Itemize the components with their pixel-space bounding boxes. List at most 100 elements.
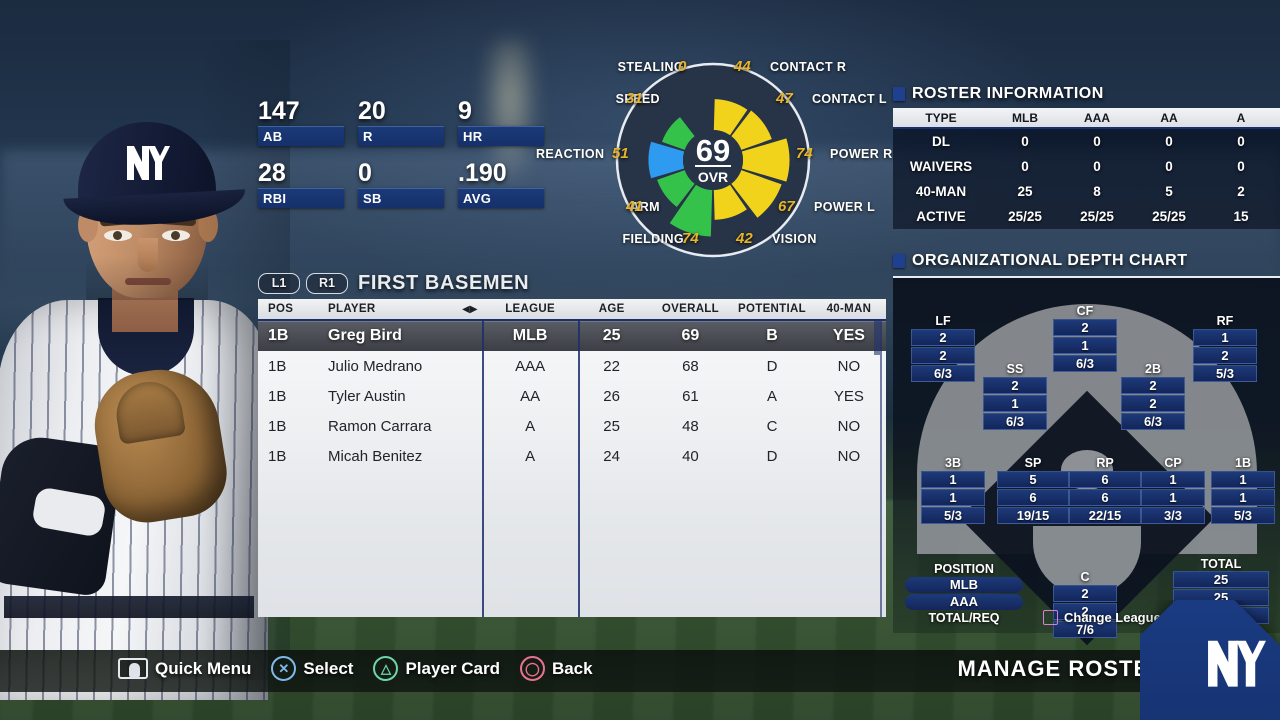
depth-cell-aaa: 2 [1121, 395, 1185, 412]
depth-cell-mlb: 2 [1053, 585, 1117, 602]
cell-pos: 1B [268, 447, 287, 465]
depth-position-label: 1B [1235, 456, 1251, 470]
roster-info-row: ACTIVE 25/25 25/25 25/25 15 [893, 204, 1280, 229]
column-header-potential[interactable]: POTENTIAL [732, 303, 812, 315]
depth-position-lf[interactable]: LF 2 2 6/3 [911, 314, 975, 383]
column-header-league[interactable]: LEAGUE [486, 303, 575, 315]
cell-overall: 40 [682, 447, 699, 465]
roster-info-row: WAIVERS 0 0 0 0 [893, 154, 1280, 179]
scrollbar-thumb[interactable] [874, 321, 880, 355]
table-header-row: POS PLAYER ◀︎▶︎ LEAGUE AGE OVERALL POTEN… [258, 299, 886, 321]
ri-col-aa: AA [1160, 110, 1178, 125]
ri-col-mlb: MLB [1012, 110, 1038, 125]
depth-cell-mlb: 1 [921, 471, 985, 488]
column-header-40man[interactable]: 40-MAN [812, 303, 886, 315]
depth-position-label: RP [1096, 456, 1114, 470]
roster-information-header: ROSTER INFORMATION [893, 85, 1280, 103]
prompt-select[interactable]: ✕ Select [271, 656, 353, 681]
legend-aaa: AAA [905, 594, 1023, 610]
cell-player: Ramon Carrara [328, 417, 432, 435]
ri-cell-aaa: 25/25 [1080, 209, 1114, 224]
attribute-label-vision: VISION [772, 232, 817, 246]
depth-position-rp[interactable]: RP 6 6 22/15 [1069, 456, 1141, 525]
column-divider [578, 321, 580, 617]
depth-position-ss[interactable]: SS 2 1 6/3 [983, 362, 1047, 431]
cell-overall: 69 [681, 327, 700, 344]
depth-position-3b[interactable]: 3B 1 1 5/3 [921, 456, 985, 525]
stat-value: 28 [258, 159, 286, 187]
player-stat-block: 147 AB 20 R 9 HR 28 RBI 0 SB .190 AVG [258, 98, 548, 222]
depth-chart-header: ORGANIZATIONAL DEPTH CHART [893, 252, 1280, 270]
attribute-label-power-r: POWER R [830, 147, 893, 161]
stat-row: 28 RBI 0 SB .190 AVG [258, 160, 548, 208]
prompt-player-card[interactable]: △ Player Card [373, 656, 500, 681]
cell-player: Greg Bird [328, 327, 402, 344]
table-row[interactable]: 1B Micah Benitez A 24 40 D NO [258, 441, 886, 471]
depth-cell-mlb: 1 [1211, 471, 1275, 488]
ri-cell-mlb: 25 [1017, 184, 1033, 199]
attribute-value-contact-l: 47 [776, 90, 793, 107]
organizational-depth-chart-panel: ORGANIZATIONAL DEPTH CHART LF 2 2 6/3 CF 2 1 6/… [893, 252, 1280, 646]
column-header-age[interactable]: AGE [575, 303, 649, 315]
depth-position-cf[interactable]: CF 2 1 6/3 [1053, 304, 1117, 373]
cell-pos: 1B [268, 357, 287, 375]
cell-league: A [525, 417, 536, 435]
prompt-back[interactable]: ◯ Back [519, 656, 593, 681]
column-header-player[interactable]: PLAYER [318, 303, 454, 315]
depth-cell-total-req: 5/3 [921, 507, 985, 524]
attribute-label-contact-r: CONTACT R [770, 60, 847, 74]
bumper-r1-button[interactable]: R1 [306, 272, 348, 294]
cell-overall: 68 [682, 357, 699, 375]
stat-r: 20 R [358, 98, 444, 146]
depth-position-rf[interactable]: RF 1 2 5/3 [1193, 314, 1257, 383]
ri-cell-aa: 5 [1165, 184, 1173, 199]
scrollbar-track[interactable] [874, 321, 882, 617]
depth-position-label: SS [1006, 362, 1024, 376]
depth-cell-aaa: 2 [911, 347, 975, 364]
depth-position-c[interactable]: C 2 2 7/6 [1053, 570, 1117, 639]
depth-cell-aaa: 1 [983, 395, 1047, 412]
attribute-label-power-l: POWER L [814, 200, 876, 214]
depth-cell-total-req: 5/3 [1193, 365, 1257, 382]
sort-arrows-icon[interactable]: ◀︎▶︎ [454, 304, 486, 315]
depth-cell-total-req: 5/3 [1211, 507, 1275, 524]
cell-pos: 1B [268, 387, 287, 405]
table-row[interactable]: 1B Julio Medrano AAA 22 68 D NO [258, 351, 886, 381]
ri-col-type: TYPE [925, 110, 957, 125]
stat-label: AB [258, 126, 344, 146]
table-row[interactable]: 1B Greg Bird MLB 25 69 B YES [258, 321, 886, 351]
bumper-l1-button[interactable]: L1 [258, 272, 300, 294]
depth-position-2b[interactable]: 2B 2 2 6/3 [1121, 362, 1185, 431]
depth-cell-total-req: 6/3 [1121, 413, 1185, 430]
cell-player: Tyler Austin [328, 387, 406, 405]
depth-cell-aaa: 6 [1069, 489, 1141, 506]
column-header-overall[interactable]: OVERALL [649, 303, 732, 315]
table-row[interactable]: 1B Tyler Austin AA 26 61 A YES [258, 381, 886, 411]
attribute-value-reaction: 51 [612, 145, 629, 162]
cell-forty-man: NO [837, 447, 861, 465]
roster-info-row: 40-MAN 25 8 5 2 [893, 179, 1280, 204]
cell-league: AAA [515, 357, 546, 375]
attribute-value-contact-r: 44 [734, 58, 751, 75]
table-row[interactable]: 1B Ramon Carrara A 25 48 C NO [258, 411, 886, 441]
stat-label: RBI [258, 188, 344, 208]
square-button-icon [1043, 610, 1058, 625]
stat-value: 0 [358, 159, 372, 187]
depth-cell-mlb: 1 [1141, 471, 1205, 488]
ri-cell-type: ACTIVE [916, 209, 966, 224]
prompt-quick-menu[interactable]: Quick Menu [118, 658, 251, 679]
position-player-list: L1 R1 FIRST BASEMEN POS PLAYER ◀︎▶︎ LEAG… [258, 270, 886, 622]
depth-position-sp[interactable]: SP 5 6 19/15 [997, 456, 1069, 525]
depth-position-1b[interactable]: 1B 1 1 5/3 [1211, 456, 1275, 525]
legend-total-req: TOTAL/REQ [928, 611, 1000, 625]
roster-information-title: ROSTER INFORMATION [912, 85, 1104, 102]
cell-age: 25 [602, 327, 621, 344]
attribute-label-contact-l: CONTACT L [812, 92, 887, 106]
column-header-pos[interactable]: POS [258, 303, 318, 315]
depth-position-cp[interactable]: CP 1 1 3/3 [1141, 456, 1205, 525]
ri-cell-a: 15 [1233, 209, 1249, 224]
attribute-label-arm: ARM [630, 200, 660, 214]
legend-total-mlb: 25 [1173, 571, 1269, 588]
ri-cell-mlb: 0 [1021, 159, 1029, 174]
cell-age: 22 [603, 357, 620, 375]
